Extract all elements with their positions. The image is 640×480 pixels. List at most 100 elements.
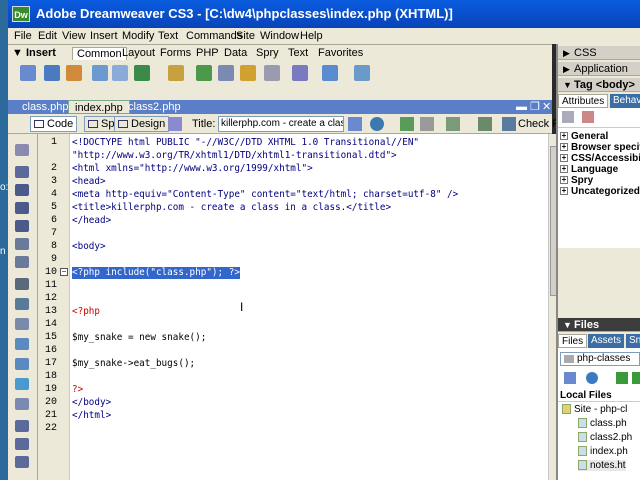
head-icon[interactable] — [264, 65, 280, 81]
close-doc-icon[interactable]: ✕ — [540, 100, 553, 114]
minimize-doc-icon[interactable]: ▬ — [514, 100, 529, 114]
open-documents-icon[interactable] — [15, 144, 29, 156]
templates-icon[interactable] — [322, 65, 338, 81]
site-select[interactable]: php-classes — [560, 352, 640, 366]
get-files-icon[interactable] — [616, 372, 628, 384]
comment-icon[interactable] — [240, 65, 256, 81]
menu-modify[interactable]: Modify — [122, 30, 154, 42]
menu-help[interactable]: Help — [300, 30, 323, 42]
css-panel-header[interactable]: ▶ CSS — [558, 46, 640, 60]
remove-comment-icon[interactable] — [15, 338, 29, 350]
format-source-icon[interactable] — [15, 456, 29, 468]
tag-chooser-icon[interactable] — [354, 65, 370, 81]
hyperlink-icon[interactable] — [20, 65, 36, 81]
file-name: notes.ht — [590, 460, 626, 471]
connect-icon[interactable] — [564, 372, 576, 384]
tab-snippets[interactable]: Sni — [626, 334, 640, 348]
application-panel-header[interactable]: ▶ Application — [558, 62, 640, 76]
show-code-navigator-icon[interactable] — [15, 166, 29, 178]
tab-behaviors[interactable]: Behavio — [610, 94, 640, 108]
menu-file[interactable]: File — [14, 30, 32, 42]
code-editor[interactable]: <!DOCTYPE html PUBLIC "-//W3C//DTD XHTML… — [70, 134, 548, 480]
menu-text[interactable]: Text — [158, 30, 178, 42]
check-page-icon[interactable] — [502, 117, 516, 131]
sort-az-icon[interactable] — [582, 111, 594, 123]
named-anchor-icon[interactable] — [66, 65, 82, 81]
insert-tab-php[interactable]: PHP — [196, 47, 219, 59]
collapse-selection-icon[interactable] — [15, 202, 29, 214]
title-label: Title: — [192, 118, 216, 130]
check-page-button[interactable]: Check P — [518, 118, 560, 130]
fold-toggle-icon[interactable]: − — [60, 268, 68, 276]
doc-tab-class2[interactable]: class2.php — [122, 100, 187, 114]
category-language[interactable]: + Language — [560, 164, 618, 175]
move-css-icon[interactable] — [15, 398, 29, 410]
validate-markup-icon[interactable] — [478, 117, 492, 131]
wrap-tag-icon[interactable] — [15, 358, 29, 370]
insert-tab-layout[interactable]: Layout — [122, 47, 155, 59]
image-icon[interactable] — [134, 65, 150, 81]
file-item[interactable]: notes.ht — [578, 460, 626, 471]
tag-inspector-header[interactable]: ▼ Tag <body> — [558, 78, 640, 92]
file-item[interactable]: index.ph — [578, 446, 628, 457]
menu-view[interactable]: View — [62, 30, 86, 42]
tab-files[interactable]: Files — [558, 334, 588, 348]
menu-edit[interactable]: Edit — [38, 30, 57, 42]
tab-assets[interactable]: Assets — [588, 334, 625, 348]
file-item[interactable]: class2.ph — [578, 432, 632, 443]
indent-code-icon[interactable] — [15, 420, 29, 432]
tab-attributes[interactable]: Attributes — [558, 94, 609, 108]
line-numbers-icon[interactable] — [15, 278, 29, 290]
table-icon[interactable] — [92, 65, 108, 81]
code-view-button[interactable]: Code — [30, 116, 78, 132]
select-parent-tag-icon[interactable] — [15, 238, 29, 250]
design-view-button[interactable]: Design — [114, 116, 170, 132]
visual-aids-icon[interactable] — [446, 117, 460, 131]
file-management-icon[interactable] — [348, 117, 362, 131]
preview-browser-icon[interactable] — [370, 117, 384, 131]
apply-comment-icon[interactable] — [15, 318, 29, 330]
outdent-code-icon[interactable] — [15, 438, 29, 450]
category-spry[interactable]: + Spry — [560, 175, 593, 186]
insert-bar-label[interactable]: ▼ Insert — [12, 47, 56, 59]
view-options-icon[interactable] — [420, 117, 434, 131]
menu-site[interactable]: Site — [236, 30, 255, 42]
category-general[interactable]: + General — [560, 131, 608, 142]
category-css-accessibility[interactable]: +CSS/Accessibility — [560, 153, 640, 164]
files-panel-header[interactable]: ▼ Files — [558, 318, 640, 332]
insert-tab-text[interactable]: Text — [288, 47, 308, 59]
insert-tab-common[interactable]: Common — [72, 47, 127, 60]
collapse-tag-icon[interactable] — [15, 184, 29, 196]
email-link-icon[interactable] — [44, 65, 60, 81]
recent-snippets-icon[interactable] — [15, 378, 29, 390]
refresh-icon[interactable] — [400, 117, 414, 131]
media-icon[interactable] — [168, 65, 184, 81]
site-root-item[interactable]: Site - php-cl — [562, 404, 627, 415]
date-icon[interactable] — [196, 65, 212, 81]
category-view-icon[interactable] — [562, 111, 574, 123]
insert-tab-data[interactable]: Data — [224, 47, 247, 59]
line-number: 11 — [44, 280, 57, 291]
line-number: 13 — [44, 306, 57, 317]
doc-tab-index[interactable]: index.php — [68, 100, 130, 114]
script-icon[interactable] — [292, 65, 308, 81]
expand-all-icon[interactable] — [15, 220, 29, 232]
doc-tab-class[interactable]: class.php — [16, 100, 74, 114]
menu-insert[interactable]: Insert — [90, 30, 118, 42]
server-include-icon[interactable] — [218, 65, 234, 81]
category-uncategorized[interactable]: + Uncategorized — [560, 186, 640, 197]
insert-tab-favorites[interactable]: Favorites — [318, 47, 363, 59]
category-browser-specific[interactable]: +Browser specific — [560, 142, 640, 153]
put-files-icon[interactable] — [632, 372, 640, 384]
highlight-invalid-icon[interactable] — [15, 298, 29, 310]
insert-tab-forms[interactable]: Forms — [160, 47, 191, 59]
document-title-input[interactable]: killerphp.com - create a class in — [218, 116, 344, 132]
menu-commands[interactable]: Commands — [186, 30, 242, 42]
balance-braces-icon[interactable] — [15, 256, 29, 268]
file-item[interactable]: class.ph — [578, 418, 627, 429]
refresh-files-icon[interactable] — [586, 372, 598, 384]
insert-tab-spry[interactable]: Spry — [256, 47, 279, 59]
menu-window[interactable]: Window — [260, 30, 299, 42]
div-icon[interactable] — [112, 65, 128, 81]
live-code-icon[interactable] — [168, 117, 182, 131]
